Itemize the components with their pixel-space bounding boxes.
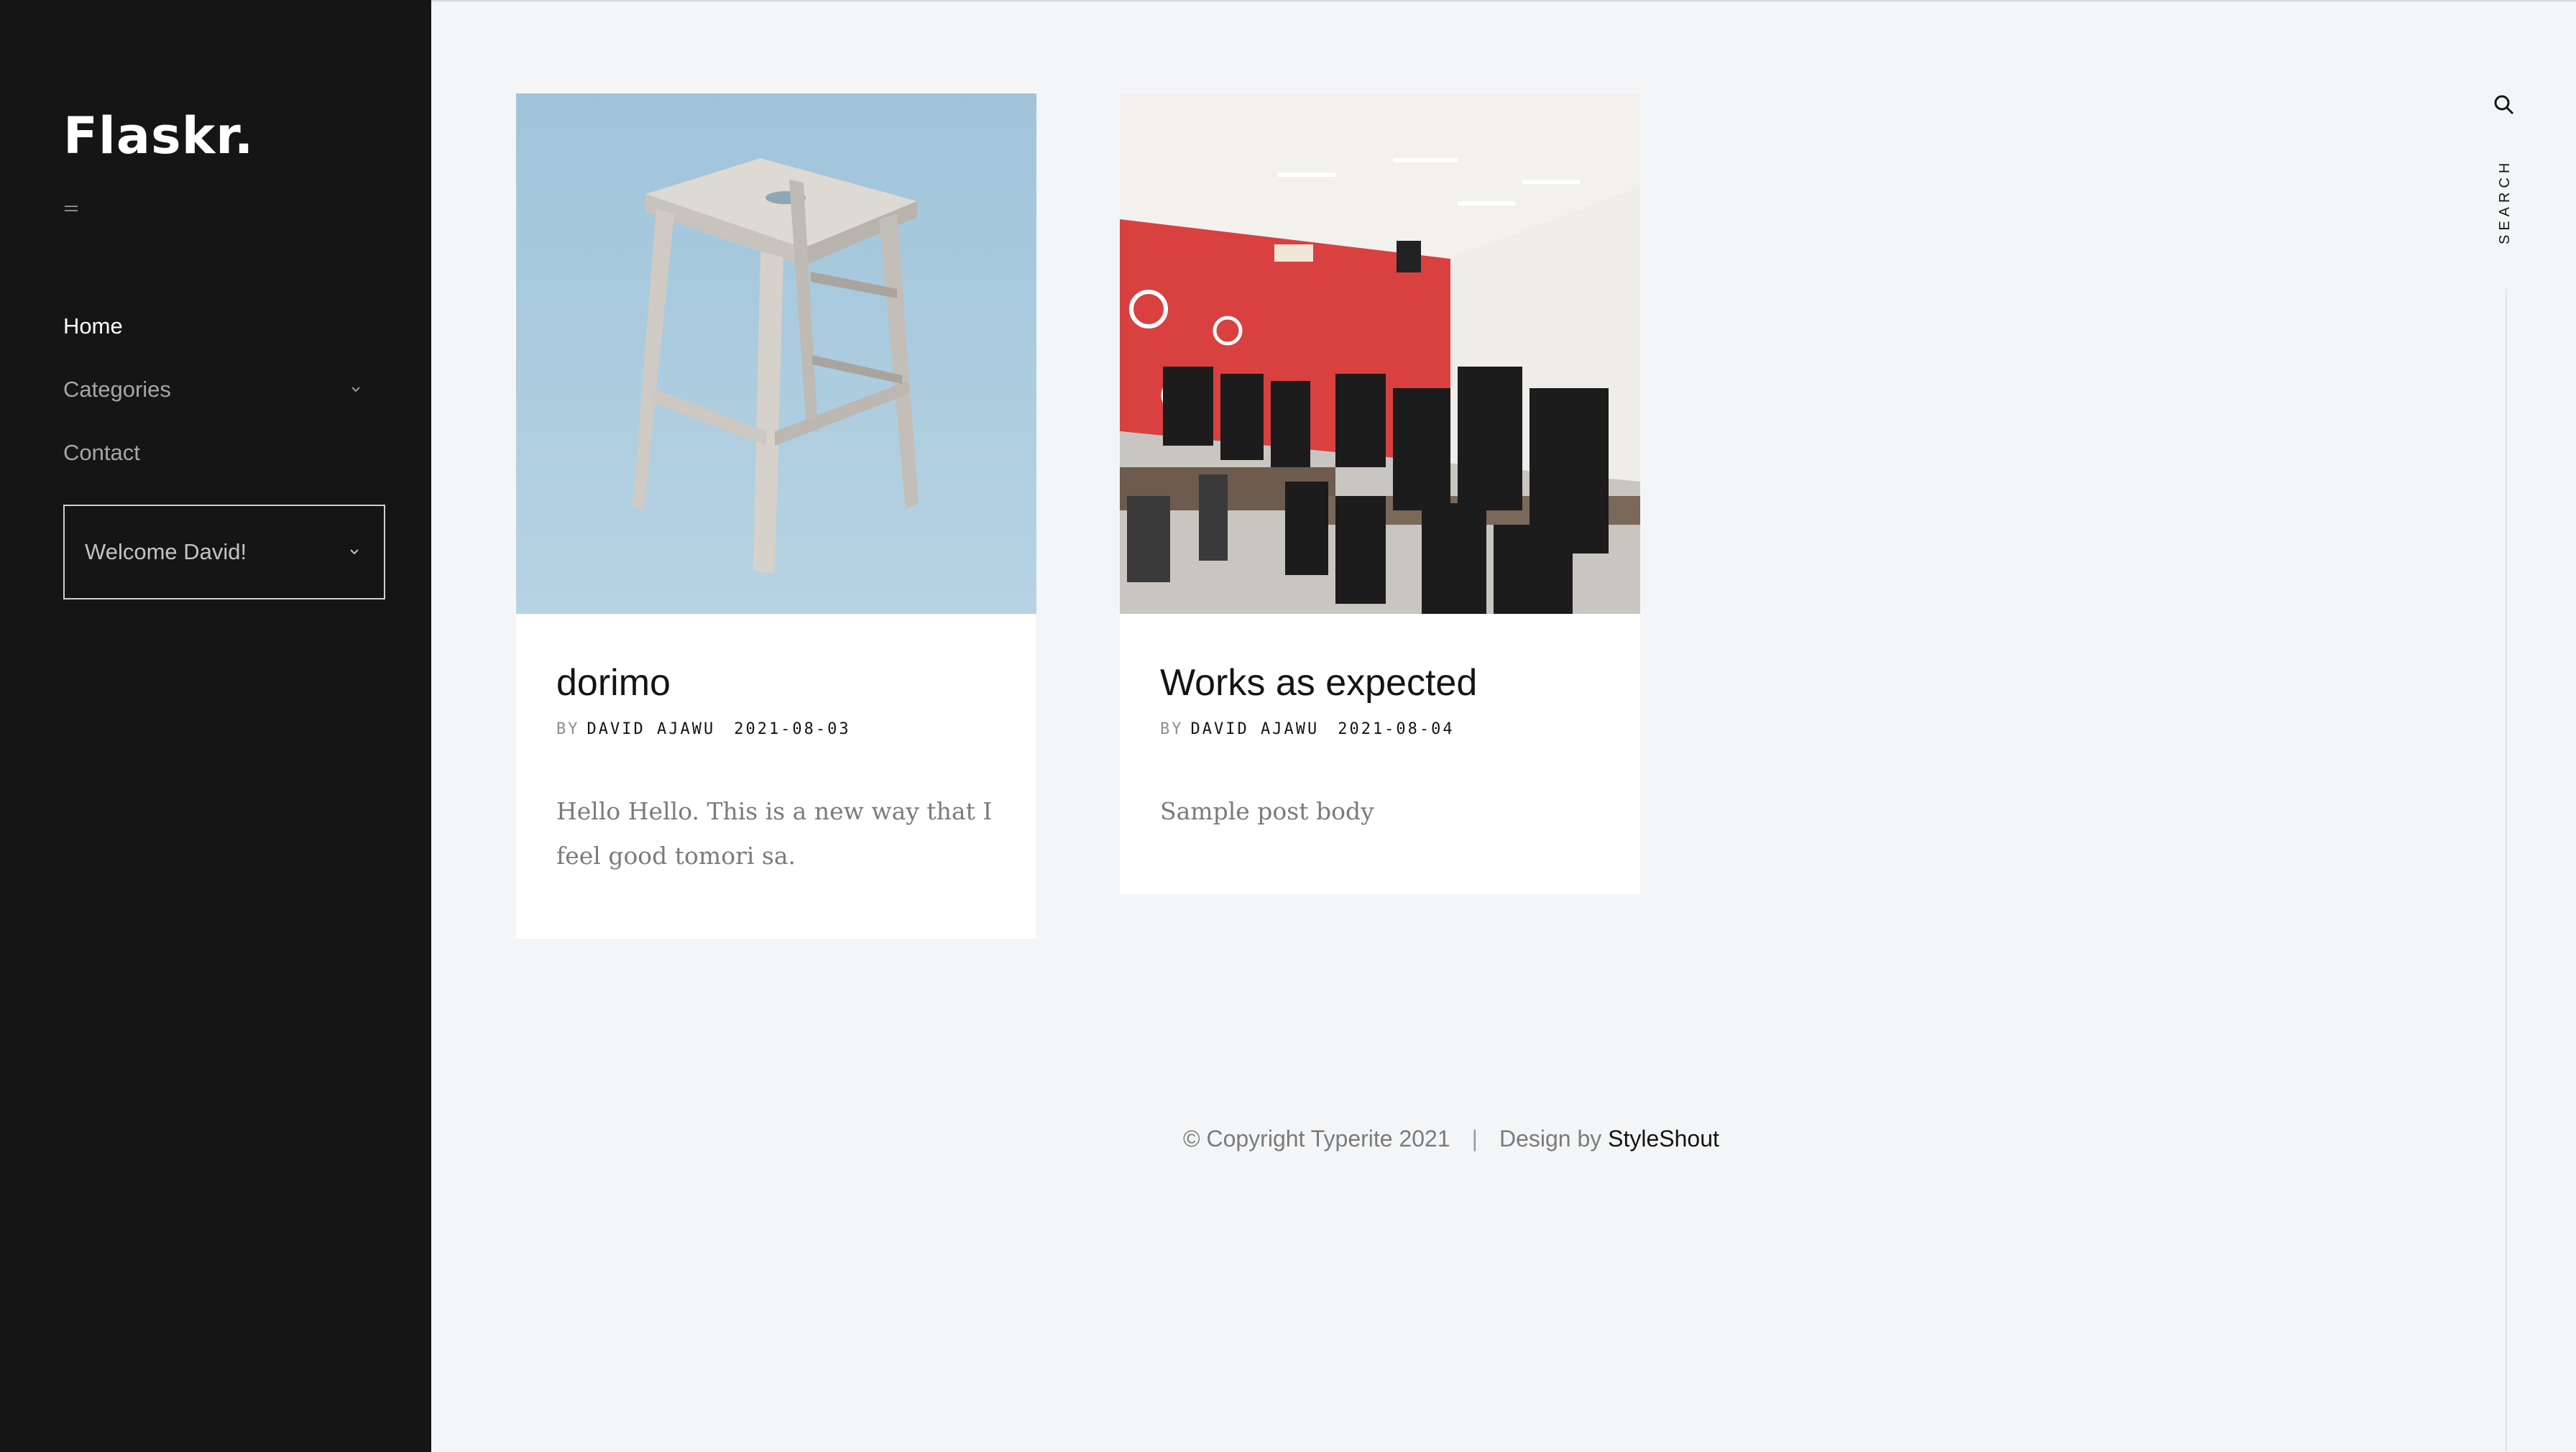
post-author[interactable]: DAVID AJAWU <box>1191 720 1320 738</box>
post-card[interactable]: Works as expected BY DAVID AJAWU 2021-08-0… <box>1120 93 1640 894</box>
by-label: BY <box>556 720 580 738</box>
main-nav: Home Categories Contact <box>63 295 365 484</box>
office-image <box>1120 93 1640 614</box>
post-title[interactable]: dorimo <box>556 661 671 704</box>
nav-item-home[interactable]: Home <box>63 295 365 358</box>
footer: © Copyright Typerite 2021 | Design by Styl… <box>1183 1126 1719 1152</box>
footer-separator: | <box>1471 1126 1478 1152</box>
site-logo[interactable]: Flaskr. <box>63 106 254 165</box>
chevron-down-icon <box>345 543 364 561</box>
welcome-label: Welcome David! <box>85 539 247 564</box>
post-date: 2021-08-04 <box>1338 720 1455 738</box>
nav-item-label: Categories <box>63 377 171 402</box>
post-thumbnail-office[interactable] <box>1120 93 1640 614</box>
nav-item-contact[interactable]: Contact <box>63 421 365 484</box>
post-meta: BY DAVID AJAWU 2021-08-03 <box>556 720 851 738</box>
post-title[interactable]: Works as expected <box>1160 661 1477 704</box>
copyright-text: © Copyright Typerite 2021 <box>1183 1126 1450 1152</box>
post-excerpt: Sample post body <box>1160 797 1374 825</box>
search-rail-divider <box>2506 289 2507 1452</box>
by-label: BY <box>1160 720 1184 738</box>
sidebar: Flaskr. Home Categories Contact Welcome … <box>0 0 431 1452</box>
post-meta: BY DAVID AJAWU 2021-08-04 <box>1160 720 1455 738</box>
nav-item-label: Contact <box>63 440 140 465</box>
design-by-text: Design by <box>1499 1126 1602 1152</box>
search-icon[interactable] <box>2493 93 2516 116</box>
search-toggle[interactable]: SEARCH <box>2497 159 2513 244</box>
chevron-down-icon[interactable] <box>346 380 365 399</box>
post-author[interactable]: DAVID AJAWU <box>587 720 716 738</box>
post-card[interactable]: dorimo BY DAVID AJAWU 2021-08-03 Hello Hel… <box>516 93 1036 939</box>
post-date: 2021-08-03 <box>734 720 851 738</box>
user-menu-dropdown[interactable]: Welcome David! <box>63 505 385 599</box>
post-excerpt: Hello Hello. This is a new way that I fe… <box>556 797 993 870</box>
styleshout-link[interactable]: StyleShout <box>1608 1126 1719 1152</box>
nav-item-label: Home <box>63 313 123 339</box>
stool-image <box>516 93 1036 614</box>
post-thumbnail-stool[interactable] <box>516 93 1036 614</box>
nav-item-categories[interactable]: Categories <box>63 358 365 421</box>
menu-icon[interactable] <box>65 206 78 214</box>
